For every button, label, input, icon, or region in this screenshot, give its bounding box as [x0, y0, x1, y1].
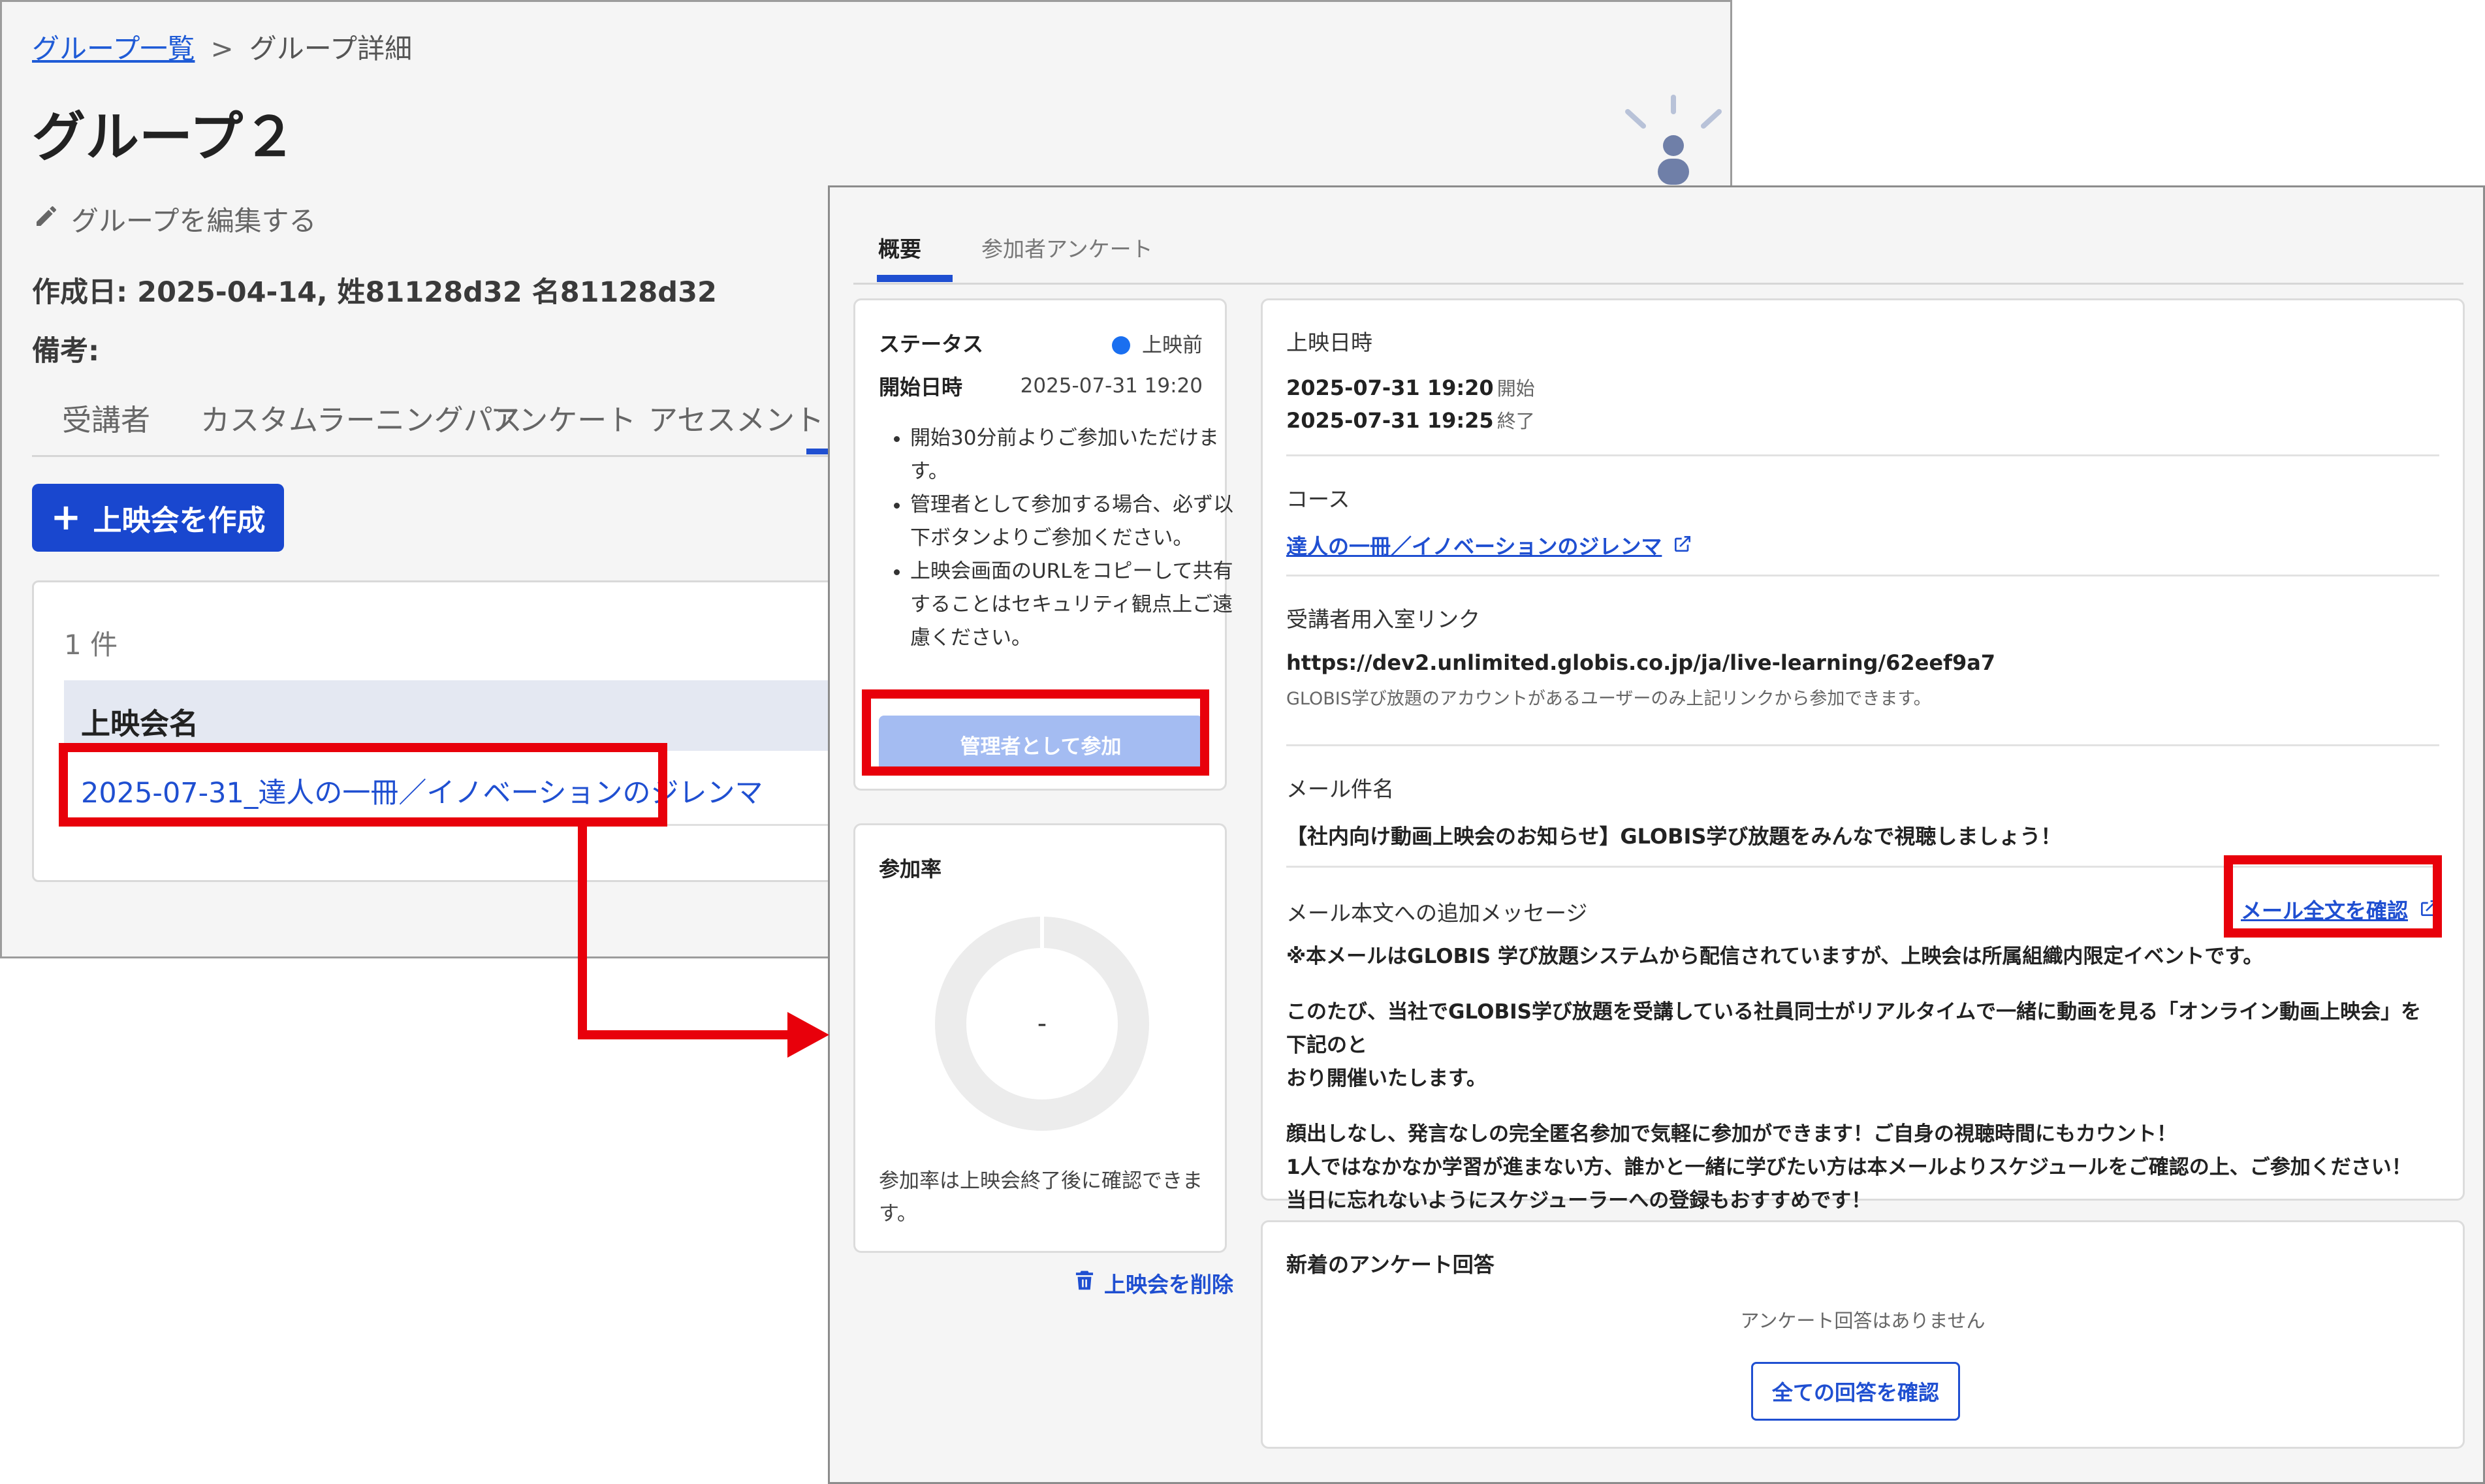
annotation-arrow	[578, 827, 829, 1058]
